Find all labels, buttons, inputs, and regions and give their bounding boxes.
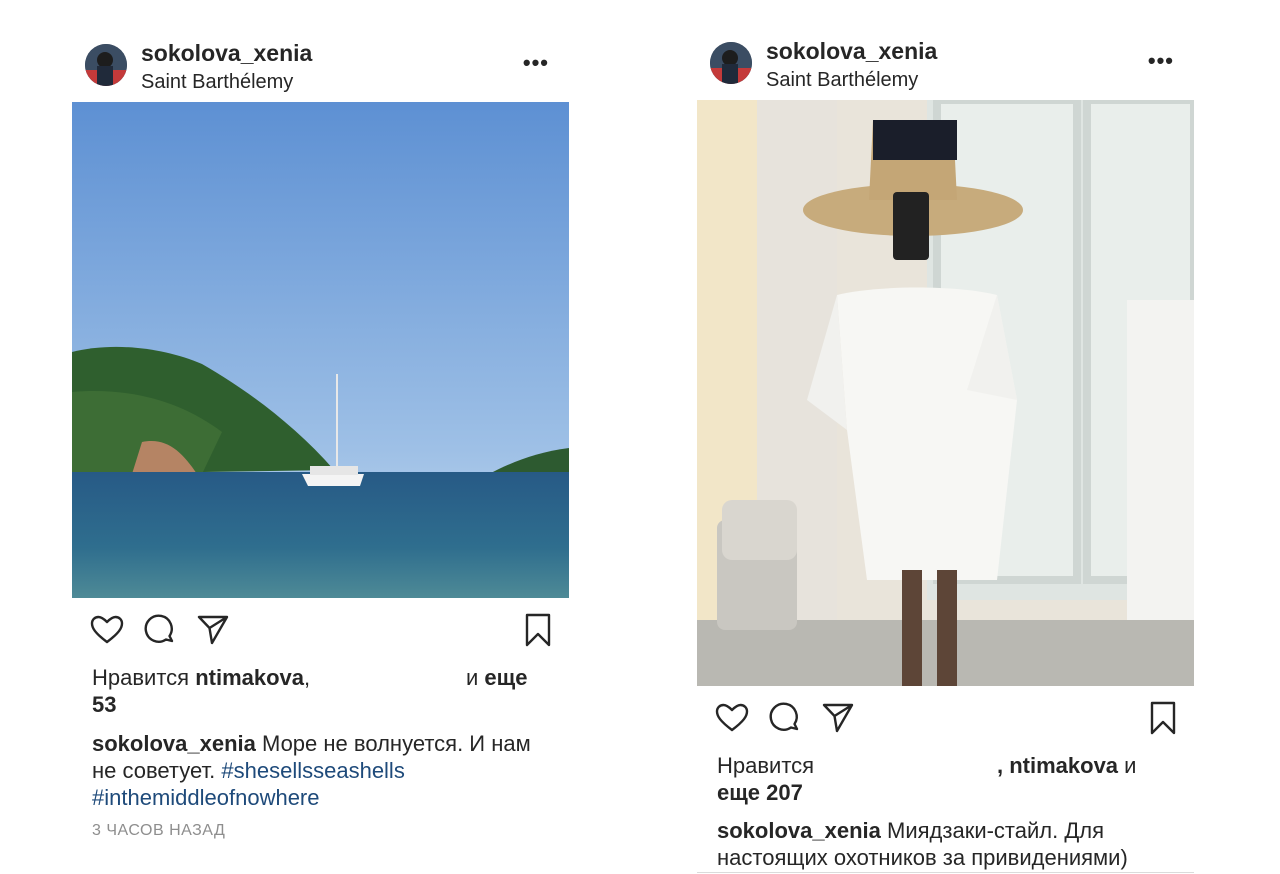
caption: sokolova_xenia Миядзаки-стайл. Для насто… <box>717 817 1177 871</box>
post-actions <box>72 612 569 648</box>
likes-line: Нравится , ntimakova и еще 207 <box>717 752 1177 806</box>
caption-username[interactable]: sokolova_xenia <box>92 731 256 756</box>
post-photo[interactable] <box>72 102 569 598</box>
likes-user-and: , ntimakova и <box>997 752 1136 779</box>
more-options-icon[interactable]: ••• <box>523 50 549 76</box>
post-header: sokolova_xenia Saint Barthélemy ••• <box>697 36 1194 96</box>
like-icon[interactable] <box>714 700 750 736</box>
liked-user[interactable]: , ntimakova <box>997 753 1118 778</box>
like-icon[interactable] <box>89 612 125 648</box>
hashtag-link[interactable]: #inthemiddleofnowhere <box>92 785 320 810</box>
likes-and: и <box>466 665 479 690</box>
location[interactable]: Saint Barthélemy <box>141 71 293 94</box>
likes-more-link[interactable]: еще 207 <box>717 780 803 805</box>
more-options-icon[interactable]: ••• <box>1148 48 1174 74</box>
comment-icon[interactable] <box>767 700 803 736</box>
likes-and: и <box>1124 753 1137 778</box>
location[interactable]: Saint Barthélemy <box>766 69 918 92</box>
comment-icon[interactable] <box>142 612 178 648</box>
divider <box>697 872 1194 873</box>
likes-prefix: Нравится <box>717 753 815 778</box>
likes-line: Нравится ntimakova, и еще 53 <box>92 664 552 718</box>
post-header: sokolova_xenia Saint Barthélemy ••• <box>72 38 569 98</box>
avatar[interactable] <box>710 42 752 84</box>
liked-user[interactable]: ntimakova <box>195 665 304 690</box>
likes-comma: , <box>304 665 311 690</box>
hashtag-link[interactable]: #shesellsseashells <box>221 758 404 783</box>
likes-count[interactable]: 53 <box>92 692 116 717</box>
share-icon[interactable] <box>195 612 231 648</box>
post-timestamp: 3 ЧАСОВ НАЗАД <box>92 822 226 839</box>
share-icon[interactable] <box>820 700 856 736</box>
username[interactable]: sokolova_xenia <box>141 40 312 67</box>
caption: sokolova_xenia Море не волнуется. И нам … <box>92 730 552 811</box>
likes-prefix: Нравится <box>92 665 190 690</box>
post-photo[interactable] <box>697 100 1194 686</box>
bookmark-icon[interactable] <box>520 612 556 648</box>
username[interactable]: sokolova_xenia <box>766 38 937 65</box>
likes-and-more: и еще <box>466 664 527 691</box>
bookmark-icon[interactable] <box>1145 700 1181 736</box>
post-actions <box>697 700 1194 736</box>
likes-more-link[interactable]: еще <box>484 665 527 690</box>
caption-username[interactable]: sokolova_xenia <box>717 818 881 843</box>
avatar[interactable] <box>85 44 127 86</box>
